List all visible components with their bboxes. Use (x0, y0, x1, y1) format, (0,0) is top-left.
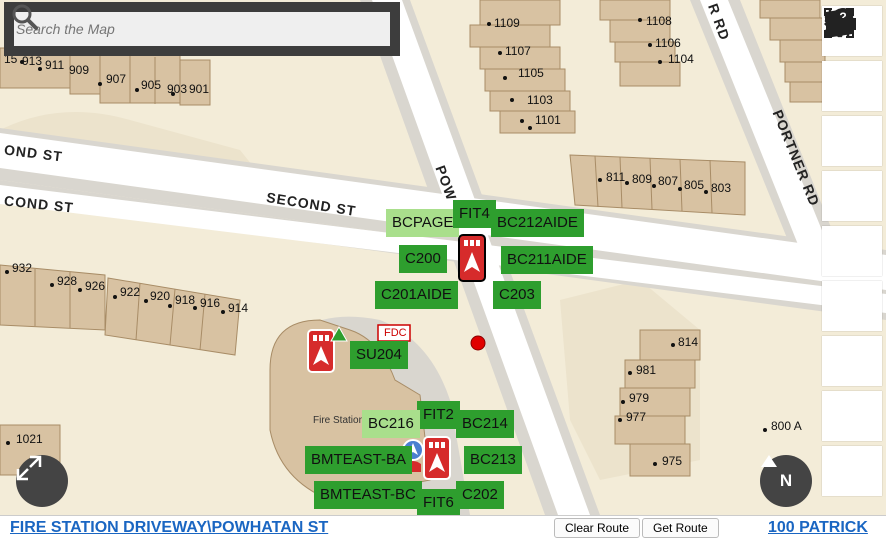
drawer-icon (824, 18, 856, 30)
warning-triangle-icon (330, 326, 348, 342)
unit-label-c200[interactable]: C200 (399, 245, 447, 273)
zoom-in-button[interactable] (822, 10, 882, 221)
search-box[interactable] (12, 4, 390, 46)
unit-label-fit2[interactable]: FIT2 (417, 401, 460, 429)
address-label: 977 (626, 410, 647, 424)
address-label: 922 (120, 285, 141, 299)
address-label: 811 (606, 170, 626, 184)
zoom-out-button[interactable] (822, 21, 882, 276)
unit-label-bmteast-ba[interactable]: BMTEAST-BA (305, 446, 413, 474)
compass-button[interactable]: N (760, 455, 812, 507)
unit-label-fit6[interactable]: FIT6 (417, 489, 460, 515)
drawer-button[interactable] (822, 18, 882, 496)
search-panel (4, 2, 400, 56)
unit-label-fit4[interactable]: FIT4 (453, 200, 496, 228)
settings-button[interactable] (822, 10, 882, 331)
address-label: 803 (711, 181, 732, 195)
unit-label-bc212aide[interactable]: BC212AIDE (491, 209, 584, 237)
expand-icon (16, 455, 42, 481)
unit-label-bcpage[interactable]: BCPAGE (386, 209, 460, 237)
address-label: 1109 (494, 16, 520, 30)
address-label: 901 (189, 82, 210, 96)
address-label: 926 (85, 279, 106, 293)
address-label: 905 (141, 78, 162, 92)
address-label: 913 (22, 54, 43, 68)
map-bookmarks-button[interactable] (822, 8, 882, 386)
unit-label-bc213[interactable]: BC213 (464, 446, 522, 474)
address-label: 975 (662, 454, 683, 468)
search-icon[interactable] (10, 2, 40, 32)
status-bar: FIRE STATION DRIVEWAY\POWHATAN ST Clear … (0, 515, 886, 542)
address-label: 928 (57, 274, 78, 288)
address-label: 932 (12, 261, 33, 275)
address-label: 1107 (505, 44, 531, 58)
help-button[interactable]: ? (822, 8, 882, 441)
unit-label-bc216[interactable]: BC216 (362, 410, 420, 438)
get-route-button[interactable]: Get Route (642, 518, 719, 538)
address-label: 909 (69, 63, 90, 77)
address-label: 981 (636, 363, 657, 377)
address-label: 805 (684, 178, 705, 192)
address-label: 1108 (646, 14, 672, 28)
unit-label-bmteast-bc[interactable]: BMTEAST-BC (314, 481, 422, 509)
vehicle-marker-icon[interactable] (458, 234, 486, 282)
fullscreen-button[interactable] (16, 455, 68, 507)
address-label: 916 (200, 296, 221, 310)
address-label: 800 A (771, 419, 802, 433)
clear-route-button[interactable]: Clear Route (554, 518, 641, 538)
address-label: 1103 (527, 93, 553, 107)
compass-icon (761, 455, 777, 467)
address-label: 1106 (655, 36, 681, 50)
destination-link[interactable]: 100 PATRICK (768, 519, 868, 537)
address-label: 911 (45, 58, 65, 72)
map-toolbar: ? (822, 6, 886, 501)
address-label: 914 (228, 301, 249, 315)
address-label: 979 (629, 391, 650, 405)
address-label: 920 (150, 289, 171, 303)
fdc-label: FDC (384, 327, 407, 339)
address-label: 814 (678, 335, 699, 349)
address-label: 918 (175, 293, 196, 307)
address-label: 807 (658, 174, 679, 188)
unit-label-c202[interactable]: C202 (456, 481, 504, 509)
address-label: 907 (106, 72, 127, 86)
unit-label-c203[interactable]: C203 (493, 281, 541, 309)
current-location-link[interactable]: FIRE STATION DRIVEWAY\POWHATAN ST (10, 519, 328, 537)
navigate-button[interactable] (822, 8, 882, 166)
address-label: 903 (167, 82, 188, 96)
unit-label-c201aide[interactable]: C201AIDE (375, 281, 458, 309)
address-label: 1021 (16, 432, 43, 446)
vehicle-marker-icon[interactable] (423, 436, 451, 480)
address-label: 1105 (518, 66, 544, 80)
map-canvas[interactable]: OND ST COND ST SECOND ST POW PORTNER RD … (0, 0, 886, 515)
compass-label: N (779, 471, 793, 490)
address-label: 809 (632, 172, 653, 186)
unit-label-su204[interactable]: SU204 (350, 341, 408, 369)
search-input[interactable] (14, 20, 338, 38)
fire-station-label: Fire Station (313, 415, 365, 426)
address-label: 1104 (668, 52, 694, 66)
locate-frame-button[interactable] (822, 8, 882, 111)
address-label: 1101 (535, 113, 561, 127)
unit-label-bc214[interactable]: BC214 (456, 410, 514, 438)
unit-label-bc211aide[interactable]: BC211AIDE (501, 246, 593, 274)
